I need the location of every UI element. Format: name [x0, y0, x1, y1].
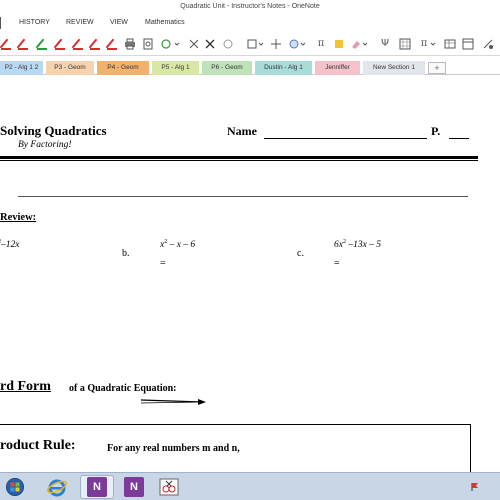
problem-a-term: –12x — [1, 240, 20, 250]
highlighter-icon[interactable] — [333, 38, 345, 50]
start-button[interactable] — [6, 478, 24, 496]
pen-red-4-icon[interactable] — [71, 37, 85, 51]
tab-history[interactable]: HISTORY — [19, 19, 50, 26]
standard-form-heading: rd Form — [0, 379, 51, 394]
eraser-icon[interactable] — [350, 38, 362, 50]
problem-c-rest: –13x – 5 — [345, 240, 382, 250]
tab-mathematics[interactable]: Mathematics — [145, 19, 185, 26]
section-tab-label: Jenniffer — [325, 64, 350, 71]
ribbon-toolbar: π Ψ π — [0, 32, 500, 56]
problem-b-equals: = — [160, 258, 166, 269]
lasso-icon[interactable] — [188, 38, 200, 50]
pen-red-6-icon[interactable] — [105, 37, 119, 51]
pen-red-3-icon[interactable] — [53, 37, 67, 51]
writing-line — [18, 196, 468, 197]
section-tab-label: P2 - Alg 1 2 — [4, 64, 39, 71]
pi-menu-icon[interactable]: π — [418, 38, 430, 50]
header-rule-thin — [0, 160, 478, 161]
section-tab-label: P3 - Geom — [54, 64, 86, 71]
grid-icon[interactable] — [399, 38, 411, 50]
problem-a-expression: 2–12x — [0, 239, 20, 250]
section-tab-label: Dustin - Alg 1 — [264, 64, 303, 71]
chevron-down-icon[interactable] — [174, 38, 180, 50]
tray-flag-icon[interactable] — [470, 482, 480, 492]
snipping-tool-icon — [159, 478, 179, 496]
period-blank-line — [449, 138, 469, 139]
internet-explorer-icon[interactable] — [46, 476, 68, 498]
page-title: Solving Quadratics — [0, 123, 107, 138]
period-label: P. — [431, 124, 441, 138]
product-rule-text: For any real numbers m and n, — [107, 443, 240, 454]
chevron-down-icon[interactable] — [430, 38, 436, 50]
product-rule-heading: roduct Rule: — [0, 438, 76, 453]
add-section-button[interactable]: + — [428, 62, 446, 74]
fork-symbol-icon[interactable]: Ψ — [379, 38, 391, 50]
review-heading: Review: — [0, 212, 37, 223]
name-blank-line — [264, 138, 427, 139]
arrow-icon — [140, 399, 206, 405]
table-icon[interactable] — [444, 38, 456, 50]
onenote-icon: N — [87, 477, 107, 497]
section-tabs: P2 - Alg 1 2 P3 - Geom P4 - Geom P5 - Al… — [0, 58, 500, 75]
section-tab-p5[interactable]: P5 - Alg 1 — [152, 61, 199, 75]
circle-select-icon[interactable] — [222, 38, 234, 50]
layout-icon[interactable] — [462, 38, 474, 50]
pen-red-5-icon[interactable] — [88, 37, 102, 51]
section-tab-label: P6 - Geom — [211, 64, 243, 71]
section-tab-p6[interactable]: P6 - Geom — [202, 61, 252, 75]
chevron-down-icon[interactable] — [258, 38, 264, 50]
taskbar: N N — [0, 472, 500, 500]
problem-c-base: 6x — [334, 240, 343, 250]
taskbar-snipping-button[interactable] — [152, 475, 186, 499]
tab-view[interactable]: VIEW — [110, 19, 128, 26]
page-subtitle: By Factoring! — [18, 140, 72, 150]
more-icon[interactable] — [482, 38, 494, 50]
shapes-icon[interactable] — [160, 38, 172, 50]
taskbar-onenote-button[interactable]: N — [80, 475, 114, 499]
section-tab-p3[interactable]: P3 - Geom — [46, 61, 94, 75]
delete-icon[interactable] — [204, 38, 216, 50]
ribbon-tab-cut-off[interactable] — [0, 17, 3, 29]
section-tab-label: New Section 1 — [373, 64, 415, 71]
window-title: Quadratic Unit - Instructor's Notes - On… — [180, 3, 320, 10]
standard-form-subheading: of a Quadratic Equation: — [69, 383, 177, 394]
tab-review[interactable]: REVIEW — [66, 19, 94, 26]
section-tab-dustin[interactable]: Dustin - Alg 1 — [255, 61, 312, 75]
problem-b-rest: – x – 6 — [167, 240, 196, 250]
pen-red-2-icon[interactable] — [16, 37, 30, 51]
problem-c-equals: = — [334, 258, 340, 269]
taskbar-onenote-2-button[interactable]: N — [118, 475, 152, 499]
pi-symbol-icon[interactable]: π — [315, 38, 327, 50]
pen-red-icon[interactable] — [0, 37, 13, 51]
header-rule-thick — [0, 156, 478, 159]
problem-c-label: c. — [297, 248, 304, 259]
chevron-down-icon[interactable] — [362, 38, 368, 50]
printer-icon[interactable] — [124, 38, 136, 50]
title-bar: Quadratic Unit - Instructor's Notes - On… — [0, 0, 500, 14]
section-tab-new-section-1[interactable]: New Section 1 — [363, 61, 425, 75]
chevron-down-icon[interactable] — [300, 38, 306, 50]
section-tab-jenniffer[interactable]: Jenniffer — [315, 61, 360, 75]
pan-icon[interactable] — [270, 38, 282, 50]
shapes-gallery-icon[interactable] — [288, 38, 300, 50]
print-preview-icon[interactable] — [142, 38, 154, 50]
problem-c-expression: 6x2 –13x – 5 — [334, 239, 382, 250]
problem-b-label: b. — [122, 248, 130, 259]
section-tab-p4[interactable]: P4 - Geom — [97, 61, 149, 75]
frame-icon[interactable] — [246, 38, 258, 50]
problem-b-expression: x2 – x – 6 — [160, 239, 196, 250]
section-tab-label: P5 - Alg 1 — [161, 64, 190, 71]
ribbon-tabs: HISTORY REVIEW VIEW Mathematics — [0, 14, 500, 32]
section-tab-p2[interactable]: P2 - Alg 1 2 — [0, 61, 43, 75]
name-label: Name — [227, 124, 257, 138]
section-tab-label: P4 - Geom — [107, 64, 139, 71]
onenote-send-icon: N — [124, 477, 144, 497]
pen-green-icon[interactable] — [35, 37, 49, 51]
page-canvas[interactable]: Solving Quadratics By Factoring! Name P.… — [0, 76, 500, 484]
